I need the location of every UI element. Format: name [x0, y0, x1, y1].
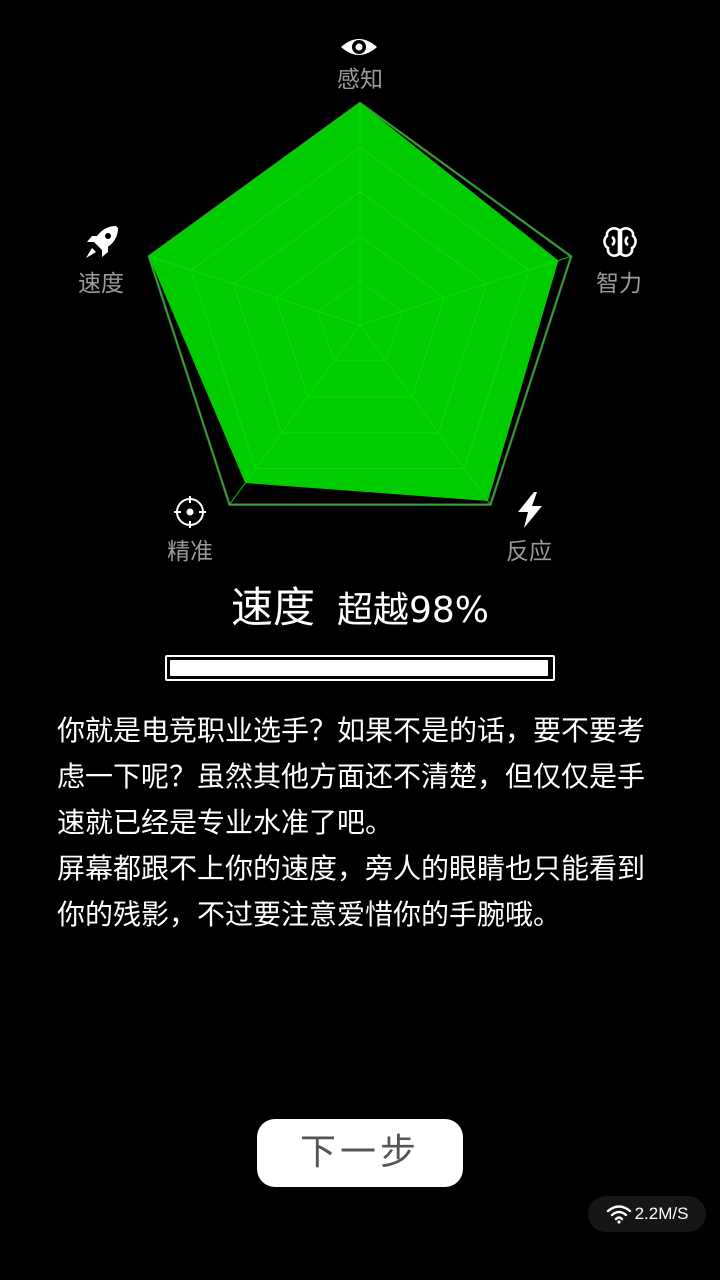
result-progress-bar — [165, 655, 555, 681]
axis-label-perception: 感知 — [337, 67, 383, 93]
result-title: 速度 超越98% — [0, 578, 720, 647]
description-paragraph: 屏幕都跟不上你的速度，旁人的眼睛也只能看到你的残影，不过要注意爱惜你的手腕哦。 — [57, 852, 646, 931]
brain-icon — [600, 222, 640, 262]
radar-value-area — [148, 103, 559, 502]
axis-label-intelligence: 智力 — [596, 271, 642, 297]
rocket-icon — [82, 222, 122, 262]
eye-icon — [339, 27, 379, 67]
description-paragraph: 你就是电竞职业选手？如果不是的话，要不要考虑一下呢？虽然其他方面还不清楚，但仅仅… — [57, 714, 646, 839]
axis-label-speed: 速度 — [78, 271, 124, 297]
result-description: 你就是电竞职业选手？如果不是的话，要不要考虑一下呢？虽然其他方面还不清楚，但仅仅… — [57, 708, 667, 938]
result-progress-fill — [170, 660, 549, 676]
result-beat-text: 超越98% — [336, 590, 490, 631]
axis-label-reaction: 反应 — [506, 539, 552, 565]
result-skill: 速度 — [230, 583, 315, 632]
net-speed-value: 2.2M/S — [634, 1204, 689, 1223]
lightning-icon — [510, 490, 550, 530]
crosshair-icon — [170, 492, 210, 532]
axis-label-precision: 精准 — [167, 539, 213, 565]
next-step-button[interactable]: 下一步 — [257, 1119, 463, 1187]
wifi-icon — [606, 1205, 631, 1224]
net-speed-indicator: 2.2M/S — [588, 1196, 706, 1232]
